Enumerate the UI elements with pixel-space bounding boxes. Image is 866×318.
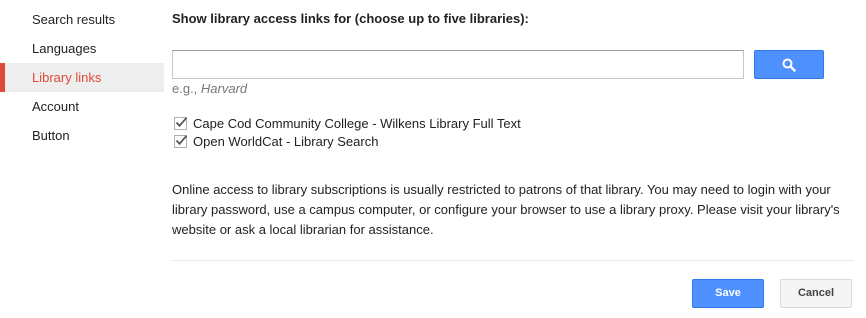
sidebar-item-library-links[interactable]: Library links <box>0 63 164 92</box>
save-button[interactable]: Save <box>692 279 764 308</box>
hint-prefix: e.g., <box>172 81 201 96</box>
sidebar-item-account[interactable]: Account <box>0 92 164 121</box>
library-option[interactable]: Cape Cod Community College - Wilkens Lib… <box>172 115 521 133</box>
footer-divider <box>172 260 854 261</box>
cancel-button[interactable]: Cancel <box>780 279 852 308</box>
checkmark-icon <box>175 117 188 128</box>
settings-sidebar: Search results Languages Library links A… <box>0 0 164 150</box>
library-checkbox[interactable] <box>174 135 188 148</box>
search-hint: e.g., Harvard <box>172 81 247 96</box>
library-label: Cape Cod Community College - Wilkens Lib… <box>193 116 521 131</box>
hint-example: Harvard <box>200 81 248 96</box>
checkmark-icon <box>175 135 188 146</box>
library-search-button[interactable] <box>754 50 824 79</box>
sidebar-item-button[interactable]: Button <box>0 121 164 150</box>
library-label: Open WorldCat - Library Search <box>193 134 379 149</box>
sidebar-item-search-results[interactable]: Search results <box>0 5 164 34</box>
library-access-description: Online access to library subscriptions i… <box>172 182 840 237</box>
library-search-input[interactable] <box>172 50 744 79</box>
sidebar-item-languages[interactable]: Languages <box>0 34 164 63</box>
library-checkbox[interactable] <box>174 117 188 130</box>
library-option[interactable]: Open WorldCat - Library Search <box>172 133 378 151</box>
search-icon <box>782 58 796 72</box>
section-heading: Show library access links for (choose up… <box>172 11 529 26</box>
